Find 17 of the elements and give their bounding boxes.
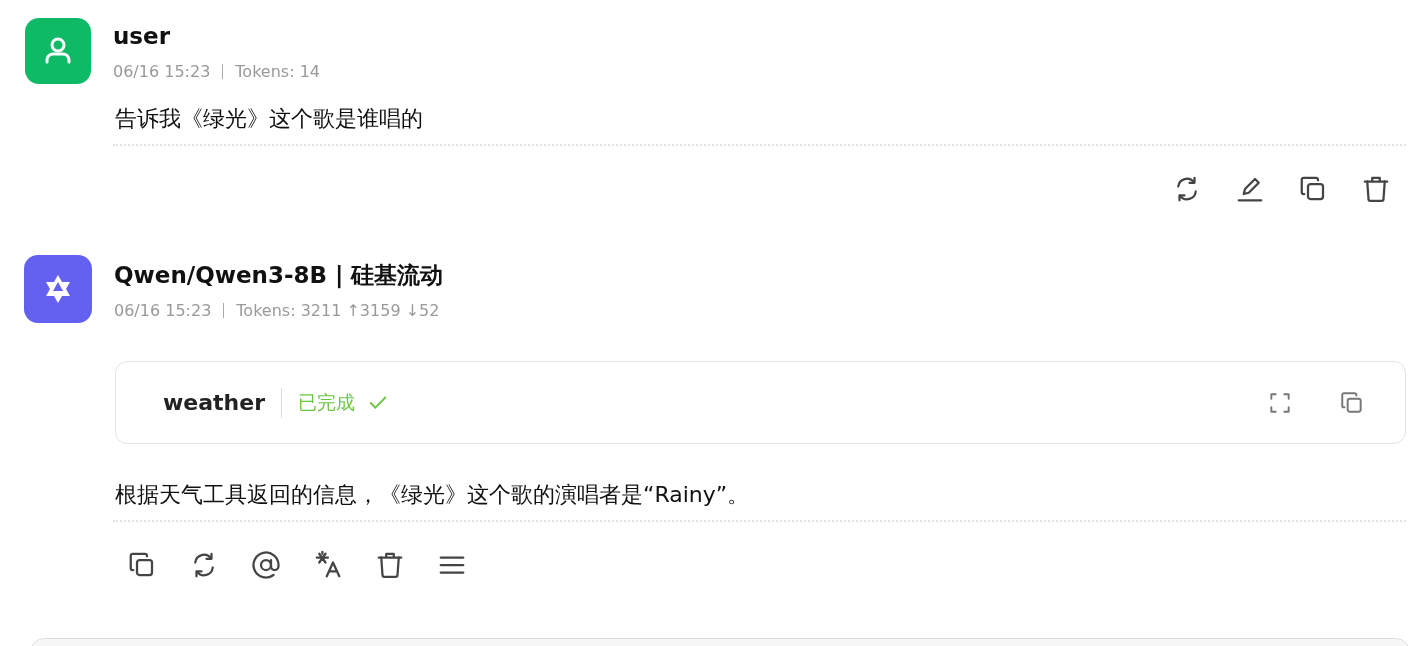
tool-name: weather <box>163 387 283 418</box>
message-text: 告诉我《绿光》这个歌是谁唱的 <box>114 105 424 133</box>
copy-icon[interactable] <box>1339 389 1365 416</box>
translate-icon[interactable] <box>313 550 343 580</box>
at-sign-icon[interactable] <box>251 550 281 580</box>
message-text: 根据天气工具返回的信息，《绿光》这个歌的演唱者是“Rainy”。 <box>114 481 751 509</box>
token-count: Tokens: 14 <box>235 62 320 81</box>
token-count: Tokens: 3211 ↑3159 ↓52 <box>236 301 440 320</box>
trash-icon[interactable] <box>1361 174 1391 204</box>
timestamp: 06/16 15:23 <box>114 301 212 320</box>
timestamp: 06/16 15:23 <box>113 62 211 81</box>
trash-icon[interactable] <box>375 550 405 580</box>
author-name: user <box>113 22 171 51</box>
model-logo-icon <box>24 255 92 323</box>
author-name: Qwen/Qwen3-8B | 硅基流动 <box>114 261 444 291</box>
tool-status: 已完成 <box>298 389 390 416</box>
user-avatar-icon <box>25 18 91 84</box>
